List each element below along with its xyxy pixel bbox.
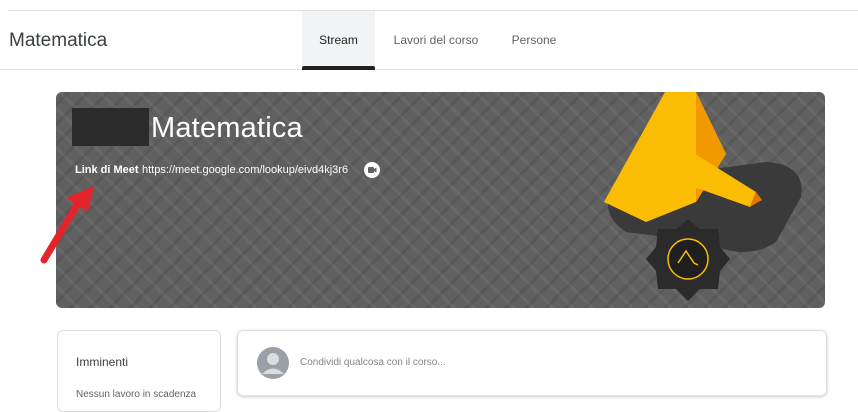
meet-camera-icon[interactable] — [364, 162, 380, 178]
upcoming-title: Imminenti — [76, 355, 129, 369]
tab-people[interactable]: Persone — [503, 11, 565, 69]
app-header: Matematica Stream Lavori del corso Perso… — [0, 11, 858, 70]
banner-title: Matematica — [151, 112, 303, 144]
share-placeholder[interactable]: Condividi qualcosa con il corso... — [300, 357, 446, 368]
course-title[interactable]: Matematica — [9, 30, 107, 52]
share-box[interactable]: Condividi qualcosa con il corso... — [237, 330, 827, 396]
upcoming-empty-text: Nessun lavoro in scadenza — [76, 389, 197, 400]
redacted-block — [72, 108, 149, 146]
meet-link[interactable]: https://meet.google.com/lookup/eivd4kj3r… — [142, 164, 348, 176]
course-banner: Matematica Link di Meet https://meet.goo… — [56, 92, 825, 308]
meet-label: Link di Meet — [75, 164, 139, 176]
avatar-icon — [257, 347, 289, 379]
red-arrow-icon — [40, 186, 94, 264]
tab-coursework[interactable]: Lavori del corso — [386, 11, 486, 69]
upcoming-card: Imminenti Nessun lavoro in scadenza — [57, 330, 221, 412]
tab-stream[interactable]: Stream — [302, 11, 375, 70]
